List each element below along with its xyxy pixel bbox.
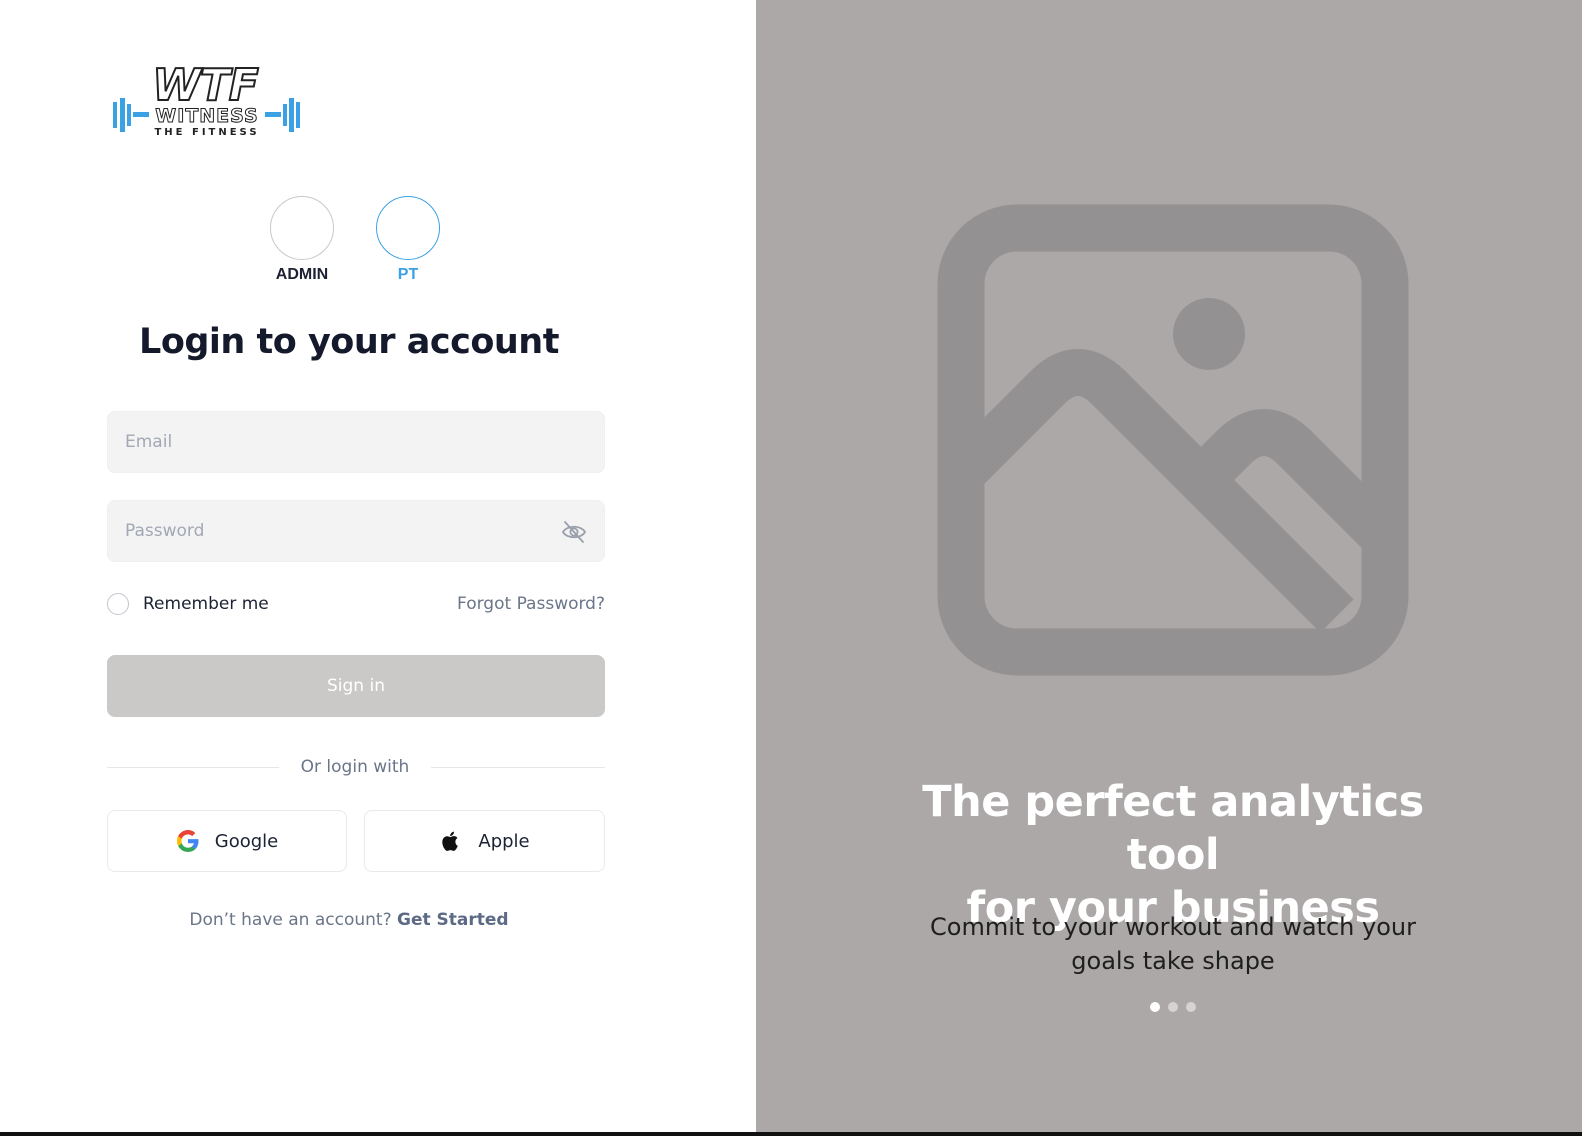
brand-logo: WTF WITNESS THE FITNESS <box>113 60 301 144</box>
role-admin-label: ADMIN <box>275 266 329 283</box>
remember-checkbox[interactable] <box>107 593 129 615</box>
password-input[interactable] <box>108 501 604 561</box>
or-login-with: Or login with <box>300 757 410 777</box>
email-field[interactable] <box>107 411 605 473</box>
role-pt-avatar[interactable] <box>376 196 440 260</box>
login-panel: WTF WITNESS THE FITNESS ADMIN PT Login t… <box>0 0 756 1132</box>
carousel-dot-2[interactable] <box>1168 1002 1178 1012</box>
hero-subtitle-line1: Commit to your workout and watch your <box>930 913 1416 941</box>
hero-subtitle-line2: goals take shape <box>1071 947 1275 975</box>
apple-icon <box>442 831 459 851</box>
google-login-button[interactable]: Google <box>107 810 347 872</box>
page-title: Login to your account <box>139 322 559 362</box>
logo-tagline: THE FITNESS <box>154 127 260 138</box>
logo-wordmark: WITNESS <box>155 105 259 127</box>
get-started-link[interactable]: Get Started <box>397 910 509 930</box>
role-pt-label: PT <box>397 266 419 283</box>
email-input[interactable] <box>108 412 604 472</box>
role-admin-avatar[interactable] <box>270 196 334 260</box>
google-icon <box>176 830 199 852</box>
carousel-dot-3[interactable] <box>1186 1002 1196 1012</box>
hero-subtitle: Commit to your workout and watch your go… <box>905 910 1441 978</box>
divider-left <box>107 767 279 768</box>
role-admin[interactable]: ADMIN <box>257 196 347 284</box>
signup-text: Don’t have an account? <box>189 910 392 930</box>
eye-off-icon[interactable] <box>561 520 587 544</box>
logo-wtf: WTF <box>151 60 260 111</box>
image-placeholder-icon <box>937 204 1409 676</box>
apple-login-button[interactable]: Apple <box>364 810 605 872</box>
carousel-dot-1[interactable] <box>1150 1002 1160 1012</box>
divider-right <box>431 767 605 768</box>
carousel-dots <box>1150 1002 1196 1012</box>
hero-title-line1: The perfect analytics tool <box>922 777 1424 880</box>
apple-label: Apple <box>478 830 530 852</box>
remember-me[interactable]: Remember me <box>107 593 269 615</box>
signup-prompt: Don’t have an account? Get Started <box>107 910 591 930</box>
bottom-edge <box>0 1132 1582 1136</box>
forgot-password-link[interactable]: Forgot Password? <box>457 594 605 614</box>
signin-button[interactable]: Sign in <box>107 655 605 717</box>
google-label: Google <box>214 830 279 852</box>
password-field[interactable] <box>107 500 605 562</box>
role-pt[interactable]: PT <box>363 196 453 284</box>
remember-label: Remember me <box>143 594 269 614</box>
